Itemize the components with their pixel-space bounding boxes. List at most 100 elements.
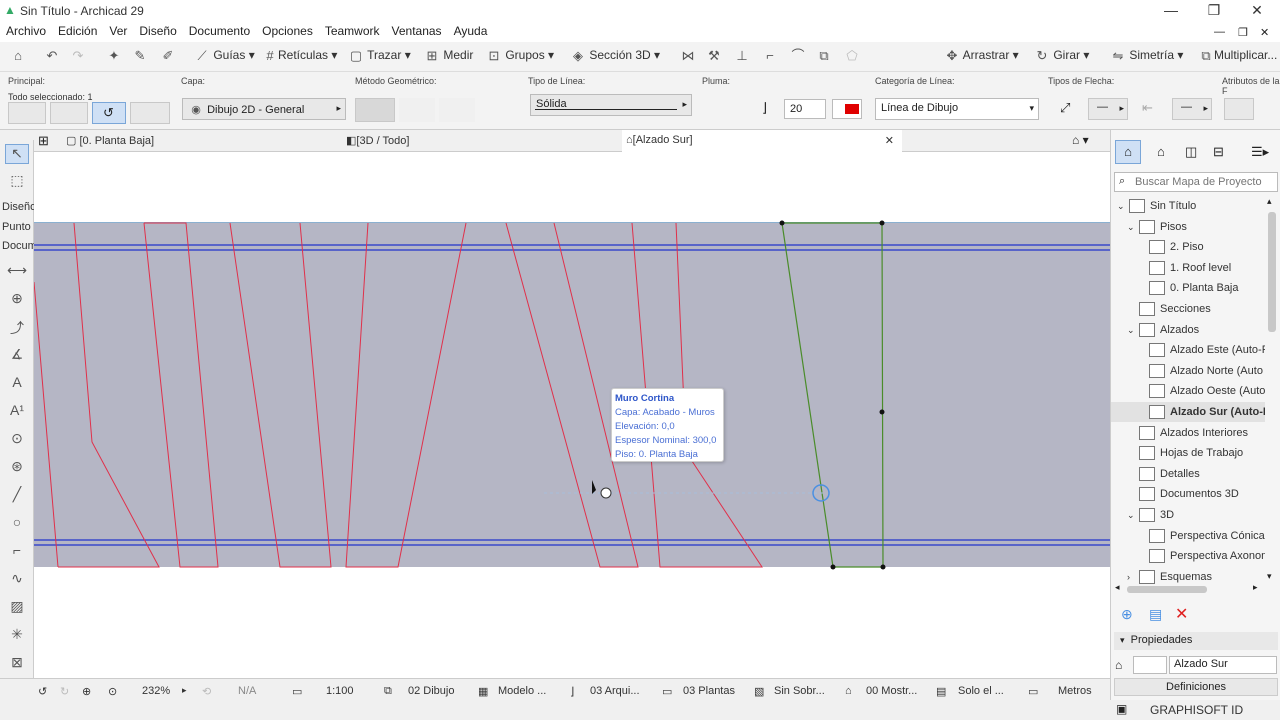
doc-close-button[interactable]: ✕ [1254, 24, 1275, 41]
override-combo[interactable]: Sin Sobr... [774, 685, 825, 697]
angle-dimension-icon[interactable]: ∡ [5, 346, 29, 366]
expand-toggle-icon[interactable]: ⌄ [1117, 196, 1129, 216]
spline-tool-icon[interactable]: ∿ [5, 570, 29, 590]
section-3d-button[interactable]: ◈ Sección 3D ▾ [570, 48, 660, 64]
arrow-tool-icon[interactable]: ↖ [5, 144, 29, 164]
magic-wand-icon[interactable]: ✦ [106, 48, 122, 64]
orientation-icon[interactable]: ⟲ [202, 685, 211, 698]
plants-combo[interactable]: 03 Plantas [683, 685, 735, 697]
measure-button[interactable]: ⊞ Medir [424, 48, 474, 64]
node[interactable] [879, 220, 885, 226]
geometry-method-1[interactable] [355, 98, 395, 122]
properties-header[interactable]: ▾ Propiedades [1114, 632, 1278, 650]
layer-combo[interactable]: 02 Dibujo [408, 685, 454, 697]
intersect-icon[interactable]: ⊥ [734, 48, 750, 64]
level-dimension-icon[interactable]: ⊕ [5, 290, 29, 310]
groups-button[interactable]: ⊡ Grupos ▾ [486, 48, 555, 64]
polyline-tool-icon[interactable]: ⌐ [5, 542, 29, 562]
expand-toggle-icon[interactable]: ⌄ [1127, 505, 1139, 525]
expand-toggle-icon[interactable]: ⌄ [1127, 217, 1139, 237]
home-icon[interactable]: ⌂ [10, 48, 26, 64]
publisher-icon[interactable]: ⊟ [1213, 144, 1224, 160]
delete-icon[interactable]: ✕ [1175, 604, 1188, 624]
close-button[interactable]: ✕ [1242, 2, 1272, 19]
fill-tool-icon[interactable]: ⊛ [5, 458, 29, 478]
marker-tool-icon[interactable]: ⊙ [5, 430, 29, 450]
tree-scrollbar[interactable]: ▴ ▾ [1265, 196, 1279, 582]
menu-edicion[interactable]: Edición [52, 22, 103, 40]
graphisoft-id[interactable]: GRAPHISOFT ID [1150, 703, 1243, 717]
elevation-dimension-icon[interactable]: ⤴ [5, 318, 29, 338]
tree-item[interactable]: 0. Planta Baja [1137, 278, 1265, 298]
tree-item[interactable]: Documentos 3D [1127, 484, 1265, 504]
inject-icon[interactable]: ✐ [160, 48, 176, 64]
minimize-button[interactable]: — [1156, 2, 1186, 18]
line-type-select[interactable]: Sólida ▸ [530, 94, 692, 116]
tab-close-icon[interactable]: ✕ [885, 134, 894, 147]
design-label[interactable]: Diseño [2, 201, 36, 213]
trace-button[interactable]: ▢ Trazar ▾ [348, 48, 411, 64]
geometry-dropdown[interactable] [130, 102, 170, 124]
pen-number-field[interactable]: 20 [784, 99, 826, 119]
point-label[interactable]: Punto [2, 221, 31, 233]
restore-button[interactable]: ❐ [1199, 2, 1229, 19]
guides-button[interactable]: ⟋ Guías ▾ [194, 48, 254, 64]
circle-tool-icon[interactable]: ○ [5, 514, 29, 534]
drag-button[interactable]: ✥ Arrastrar ▾ [944, 48, 1019, 64]
menu-diseno[interactable]: Diseño [133, 22, 182, 40]
drawing-canvas[interactable] [33, 152, 1110, 678]
project-map-icon[interactable]: ⌂ [1115, 140, 1141, 164]
add-view-icon[interactable]: ⊕ [1121, 606, 1133, 623]
menu-opciones[interactable]: Opciones [256, 22, 319, 40]
node[interactable] [880, 564, 886, 570]
label-tool-icon[interactable]: A¹ [5, 402, 29, 422]
menu-ayuda[interactable]: Ayuda [448, 22, 494, 40]
rotate-button[interactable]: ↻ Girar ▾ [1034, 48, 1090, 64]
search-input[interactable] [1135, 176, 1271, 188]
arrow-start-select[interactable]: — ▸ [1088, 98, 1128, 120]
tree-item[interactable]: Secciones [1127, 299, 1265, 319]
polygon-icon[interactable]: ⬠ [844, 48, 860, 64]
tree-item[interactable]: ⌄ Pisos [1127, 217, 1265, 237]
marquee-tool-icon[interactable]: ⬚ [5, 172, 29, 192]
tree-item[interactable]: 2. Piso [1137, 237, 1265, 257]
redo-view-icon[interactable]: ↻ [60, 685, 69, 698]
tree-item[interactable]: ⌄ 3D [1127, 505, 1265, 525]
view-id-field[interactable] [1133, 656, 1167, 674]
node[interactable] [879, 409, 885, 415]
attributes-button[interactable] [1224, 98, 1254, 120]
hotspot-tool-icon[interactable]: ✳ [5, 626, 29, 646]
pen-set[interactable]: 03 Arqui... [590, 685, 640, 697]
menu-ver[interactable]: Ver [103, 22, 133, 40]
tab-menu-icon[interactable]: ⌂ ▾ [1072, 133, 1089, 147]
multiply-button[interactable]: ⧉ Multiplicar... [1198, 48, 1277, 64]
fit-window-icon[interactable]: ⊙ [108, 685, 117, 698]
line-category-select[interactable]: Línea de Dibujo ▾ [875, 98, 1039, 120]
structure-combo[interactable]: Solo el ... [958, 685, 1004, 697]
zoom-in-icon[interactable]: ⊕ [82, 685, 91, 698]
layout-book-icon[interactable]: ◫ [1185, 144, 1197, 160]
figure-tool-icon[interactable]: ⊠ [5, 654, 29, 674]
fillet-icon[interactable]: ⌒ [790, 48, 806, 64]
view-name-field[interactable]: Alzado Sur [1169, 656, 1277, 674]
menu-ventanas[interactable]: Ventanas [386, 22, 448, 40]
arrow-end-select[interactable]: — ▸ [1172, 98, 1212, 120]
tree-item[interactable]: Alzado Norte (Auto [1137, 361, 1265, 381]
menu-documento[interactable]: Documento [183, 22, 256, 40]
renovation-combo[interactable]: 00 Mostr... [866, 685, 917, 697]
mirror-button[interactable]: ⇋ Simetría ▾ [1110, 48, 1184, 64]
tree-item[interactable]: Alzado Este (Auto-R [1137, 340, 1265, 360]
tree-item[interactable]: Detalles [1127, 464, 1265, 484]
scale-value[interactable]: 1:100 [326, 685, 354, 697]
tree-item[interactable]: Alzado Sur (Auto-R [1111, 402, 1265, 422]
pen-color-swatch[interactable] [832, 99, 862, 119]
units-combo[interactable]: Metros [1058, 685, 1092, 697]
geometry-method-2[interactable] [399, 98, 435, 122]
doc-minimize-button[interactable]: — [1208, 24, 1231, 40]
zoom-value[interactable]: 232% [142, 685, 170, 697]
menu-teamwork[interactable]: Teamwork [319, 22, 386, 40]
tree-item[interactable]: ⌄ Alzados [1127, 320, 1265, 340]
dimension-tool-icon[interactable]: ⟷ [5, 262, 29, 282]
tab-3d[interactable]: ◧[3D / Todo] [342, 130, 622, 152]
model-view[interactable]: Modelo ... [498, 685, 546, 697]
